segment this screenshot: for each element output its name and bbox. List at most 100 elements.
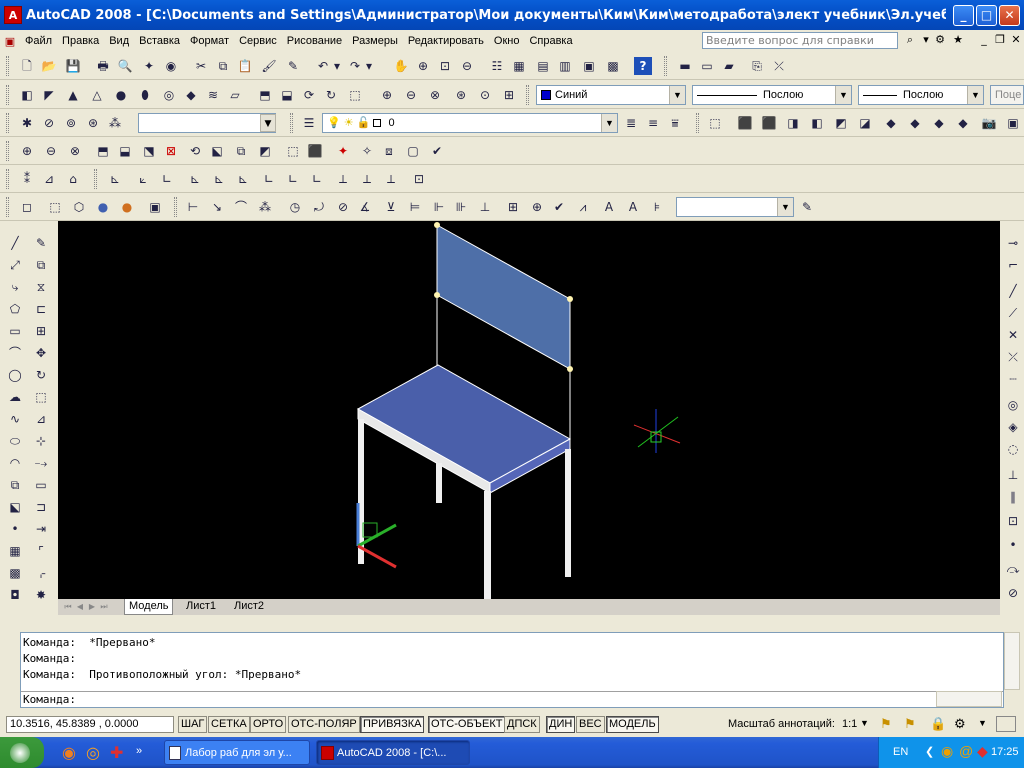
zoom-previous-icon[interactable]: ⊖ (458, 57, 476, 75)
snap-endpoint-icon[interactable]: ╱ (1004, 282, 1022, 300)
osnap-toggle[interactable]: ПРИВЯЗКА (360, 716, 425, 733)
wedge-icon[interactable]: ◤ (40, 86, 58, 104)
layer-previous-icon[interactable]: ▭ (698, 57, 716, 75)
doc-close-button[interactable]: ✕ (1008, 32, 1024, 49)
ucs-object-icon[interactable]: ⊘ (40, 114, 58, 132)
cylinder-icon[interactable]: ⬮ (136, 86, 154, 104)
snap-toggle[interactable]: ШАГ (178, 716, 208, 733)
offset-icon[interactable]: ⊏ (32, 300, 50, 318)
layer-manager-icon[interactable]: ☰ (300, 114, 318, 132)
construction-line-icon[interactable]: ⤢ (6, 256, 24, 274)
check-icon[interactable]: ✔ (428, 142, 446, 160)
command-window[interactable]: Команда: *Прервано* Команда: Команда: Пр… (20, 632, 1004, 708)
save-icon[interactable]: 💾 (64, 57, 82, 75)
favorites-star-icon[interactable]: ★ (950, 32, 966, 49)
join-icon[interactable]: ⇥ (32, 520, 50, 538)
ucs-3point-icon[interactable]: ∟ (308, 170, 326, 188)
quicklaunch-more-icon[interactable]: » (136, 745, 142, 757)
break-at-point-icon[interactable]: ▭ (32, 476, 50, 494)
lineweight-dropdown[interactable]: Послою ▼ (858, 85, 984, 105)
jogged-linear-icon[interactable]: ⩘ (574, 198, 592, 216)
app-quicklaunch-icon[interactable]: ✚ (110, 743, 123, 763)
imprint-icon[interactable]: ✦ (334, 142, 352, 160)
lock-icon[interactable]: 🔒 (930, 716, 946, 732)
scale-icon[interactable]: ⬚ (32, 388, 50, 406)
3d-rotate-icon[interactable]: ⊙ (476, 86, 494, 104)
temp-tracking-icon[interactable]: ⊸ (1004, 234, 1022, 252)
layer-walk-icon[interactable]: ⎘ (748, 57, 766, 75)
sweep-icon[interactable]: ⟳ (300, 86, 318, 104)
chevron-down-icon[interactable]: ▼ (777, 198, 793, 216)
chevron-down-icon[interactable]: ▼ (967, 86, 983, 104)
intersect-icon[interactable]: ⊗ (66, 142, 84, 160)
helix-icon[interactable]: ≋ (204, 86, 222, 104)
box-icon[interactable]: ◧ (18, 86, 36, 104)
menu-view[interactable]: Вид (104, 35, 134, 47)
undo-icon[interactable]: ↶ (314, 57, 332, 75)
realistic-icon[interactable]: ● (94, 198, 112, 216)
search-icon[interactable]: ⌕ (902, 32, 918, 49)
markup-icon[interactable]: ▣ (580, 57, 598, 75)
minimize-button[interactable]: _ (953, 5, 974, 26)
menu-edit[interactable]: Правка (57, 35, 104, 47)
color-edges-icon[interactable]: ⬛ (306, 142, 324, 160)
point-icon[interactable]: • (6, 520, 24, 538)
tolerance-icon[interactable]: ⊞ (504, 198, 522, 216)
dim-break-icon[interactable]: ⊥ (476, 198, 494, 216)
shell-icon[interactable]: ▢ (404, 142, 422, 160)
ellipse-arc-icon[interactable]: ◠ (6, 454, 24, 472)
sw-iso-icon[interactable]: ◆ (882, 114, 900, 132)
arc-length-icon[interactable]: ⌒ (232, 198, 250, 216)
layer-style-dropdown[interactable] (138, 113, 276, 133)
command-scrollbar[interactable] (1004, 632, 1020, 690)
explode-icon[interactable]: ✸ (32, 586, 50, 604)
region-icon[interactable]: ◘ (6, 586, 24, 604)
rotate-icon[interactable]: ↻ (32, 366, 50, 384)
circle-icon[interactable]: ◯ (6, 366, 24, 384)
agent-icon[interactable]: @ (959, 743, 973, 759)
command-h-scrollbar[interactable] (936, 691, 1002, 707)
layer-states-icon[interactable]: ⩸ (666, 114, 684, 132)
tab-layout2[interactable]: Лист2 (230, 599, 268, 615)
revision-cloud-icon[interactable]: ☁ (6, 388, 24, 406)
ucs-icon[interactable]: ⁑ (18, 170, 36, 188)
task-autocad[interactable]: AutoCAD 2008 - [C:\... (316, 740, 470, 765)
ucs-view-icon[interactable]: ⊾ (234, 170, 252, 188)
task-word-document[interactable]: Лабор раб для эл у... (164, 740, 310, 765)
hatch-icon[interactable]: ▦ (6, 542, 24, 560)
polyline-icon[interactable]: ⤷ (6, 278, 24, 296)
network-icon[interactable]: ◉ (941, 743, 953, 760)
menu-dimension[interactable]: Размеры (347, 35, 403, 47)
chevron-down-icon[interactable]: ▼ (260, 114, 276, 132)
layer-previous-icon[interactable]: ≡ (644, 114, 662, 132)
stretch-icon[interactable]: ⊿ (32, 410, 50, 428)
ucs-face-icon[interactable]: ⊾ (186, 170, 204, 188)
radius-icon[interactable]: ◷ (286, 198, 304, 216)
layer-dropdown[interactable]: 💡 ☀ 🔓 0 ▼ (322, 113, 618, 133)
print-icon[interactable]: 🖶 (94, 57, 112, 75)
array-icon[interactable]: ⊞ (32, 322, 50, 340)
snap-extension-icon[interactable]: ┈ (1004, 370, 1022, 388)
snap-perpendicular-icon[interactable]: ⊥ (1004, 466, 1022, 484)
ucs-zaxis-icon[interactable]: ∟ (284, 170, 302, 188)
ucs-apply-icon[interactable]: ⊡ (410, 170, 428, 188)
plot-preview-icon[interactable]: 🔍 (116, 57, 134, 75)
jogged-icon[interactable]: ⤾ (310, 198, 328, 216)
ucs-origin-icon[interactable]: ∟ (158, 170, 176, 188)
make-block-icon[interactable]: ⬕ (6, 498, 24, 516)
clean-icon[interactable]: ✧ (358, 142, 376, 160)
pyramid-icon[interactable]: △ (88, 86, 106, 104)
last-tab-icon[interactable]: ⏭ (98, 600, 110, 613)
bottom-view-icon[interactable]: ⬛ (760, 114, 778, 132)
center-mark-icon[interactable]: ⊕ (528, 198, 546, 216)
snap-tangent-icon[interactable]: ◌ (1004, 440, 1022, 458)
gradient-icon[interactable]: ▩ (6, 564, 24, 582)
dim-text-edit-icon[interactable]: A (624, 198, 642, 216)
prev-tab-icon[interactable]: ◀ (74, 600, 86, 613)
extend-icon[interactable]: ⤍ (32, 454, 50, 472)
view-icon[interactable]: ▣ (1004, 114, 1022, 132)
chamfer-icon[interactable]: ⌜ (32, 542, 50, 560)
3d-align-icon[interactable]: ⊞ (500, 86, 518, 104)
model-toggle[interactable]: МОДЕЛЬ (606, 716, 659, 733)
next-tab-icon[interactable]: ▶ (86, 600, 98, 613)
